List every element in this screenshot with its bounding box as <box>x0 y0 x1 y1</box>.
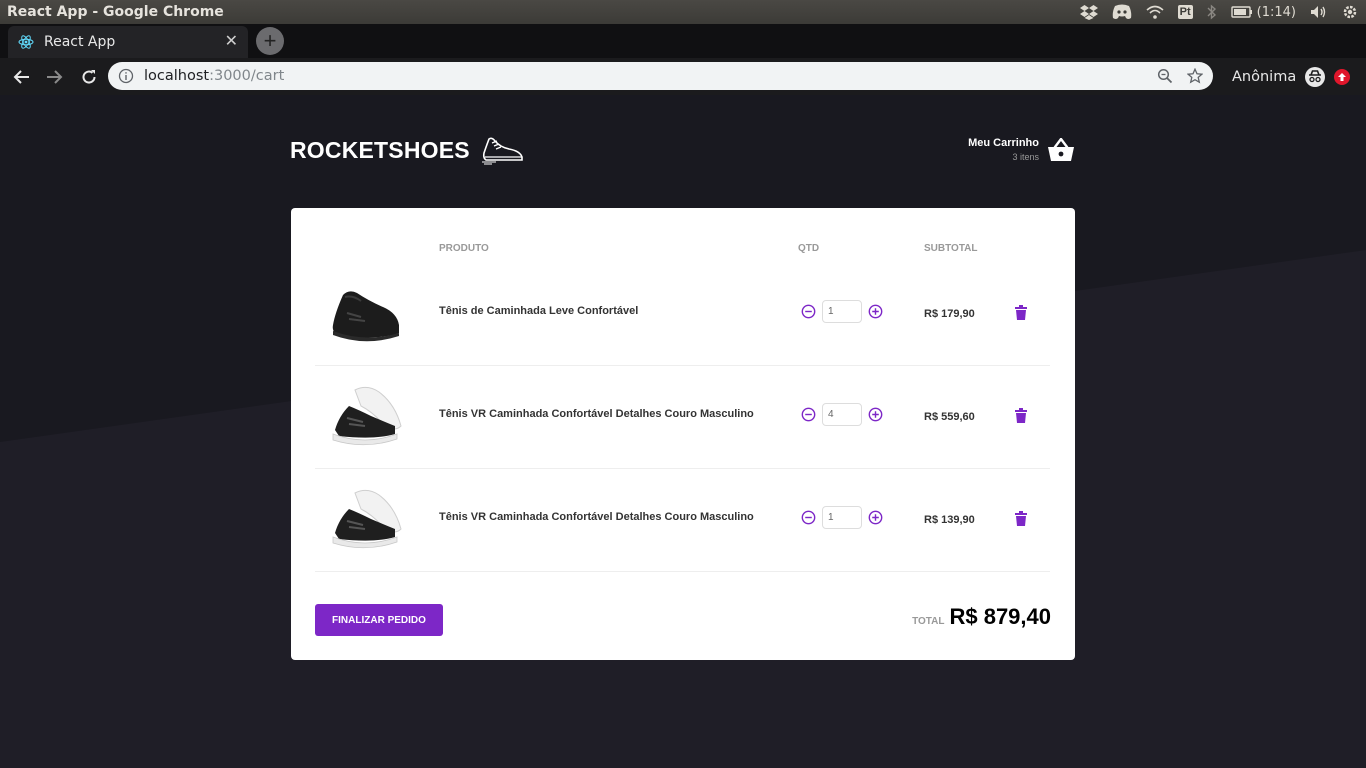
product-image-black-white-sneaker <box>332 386 402 446</box>
cart-row: Tênis de Caminhada Leve Confortável R$ 1… <box>315 263 1050 366</box>
header-cart-link[interactable]: Meu Carrinho 3 itens <box>968 137 1075 162</box>
logo-text: ROCKETSHOES <box>290 136 470 163</box>
logo[interactable]: ROCKETSHOES <box>290 135 524 165</box>
finalize-order-button[interactable]: FINALIZAR PEDIDO <box>315 604 443 636</box>
battery-indicator[interactable]: (1:14) <box>1230 4 1296 20</box>
column-header-product: PRODUTO <box>439 243 489 254</box>
reload-button[interactable] <box>78 66 100 88</box>
arrow-right-icon <box>47 69 63 84</box>
product-image-black-sneaker <box>332 291 399 342</box>
keyboard-layout-indicator[interactable]: Pt <box>1177 5 1193 19</box>
delete-trash-icon[interactable] <box>1014 305 1028 321</box>
product-title: Tênis VR Caminhada Confortável Detalhes … <box>439 408 754 420</box>
back-button[interactable] <box>10 66 32 88</box>
settings-gear-icon[interactable] <box>1342 4 1358 20</box>
wifi-icon[interactable] <box>1146 5 1164 19</box>
quantity-stepper <box>801 506 883 529</box>
os-top-bar: React App - Google Chrome Pt (1:14) <box>0 0 1366 24</box>
product-title: Tênis VR Caminhada Confortável Detalhes … <box>439 511 754 523</box>
sneaker-logo-icon <box>481 137 523 165</box>
volume-icon[interactable] <box>1310 5 1328 19</box>
decrement-icon[interactable] <box>801 304 816 319</box>
url-text: localhost:3000/cart <box>144 68 284 84</box>
browser-tab-strip: React App ✕ + <box>0 24 1366 58</box>
product-image-black-white-sneaker <box>332 489 402 549</box>
quantity-input[interactable] <box>822 403 862 426</box>
cart-footer: FINALIZAR PEDIDO TOTAL R$ 879,40 <box>315 604 1051 636</box>
quantity-stepper <box>801 403 883 426</box>
site-header: ROCKETSHOES Meu Carrinho 3 itens <box>290 135 1075 175</box>
zoom-icon[interactable] <box>1157 68 1173 84</box>
product-title: Tênis de Caminhada Leve Confortável <box>439 305 639 317</box>
shopping-basket-icon <box>1048 137 1074 161</box>
column-header-subtotal: SUBTOTAL <box>924 243 978 254</box>
window-title: React App - Google Chrome <box>7 4 224 20</box>
delete-trash-icon[interactable] <box>1014 511 1028 527</box>
url-path: :3000/cart <box>209 68 285 84</box>
incognito-profile[interactable]: Anônima <box>1232 66 1351 88</box>
update-arrow-icon[interactable] <box>1334 69 1351 85</box>
column-header-qty: QTD <box>798 243 820 254</box>
battery-time: (1:14) <box>1256 4 1296 20</box>
url-host: localhost <box>144 68 210 84</box>
page: ROCKETSHOES Meu Carrinho 3 itens PRODUTO… <box>0 95 1366 768</box>
bluetooth-icon[interactable] <box>1207 4 1217 20</box>
tab-title: React App <box>44 34 116 50</box>
increment-icon[interactable] <box>868 510 883 525</box>
quantity-input[interactable] <box>822 506 862 529</box>
item-subtotal: R$ 139,90 <box>924 514 975 526</box>
dropbox-icon[interactable] <box>1079 4 1098 20</box>
new-tab-button[interactable]: + <box>256 27 284 55</box>
item-subtotal: R$ 179,90 <box>924 308 975 320</box>
discord-icon[interactable] <box>1112 4 1132 20</box>
quantity-input[interactable] <box>822 300 862 323</box>
cart-row: Tênis VR Caminhada Confortável Detalhes … <box>315 366 1050 469</box>
system-tray: Pt (1:14) <box>1079 0 1366 24</box>
increment-icon[interactable] <box>868 407 883 422</box>
decrement-icon[interactable] <box>801 510 816 525</box>
arrow-left-icon <box>13 69 29 84</box>
tab-close-button[interactable]: ✕ <box>225 34 238 50</box>
cart-total: TOTAL R$ 879,40 <box>912 604 1051 630</box>
profile-name: Anônima <box>1232 69 1297 85</box>
forward-button[interactable] <box>44 66 66 88</box>
incognito-icon <box>1305 67 1326 87</box>
quantity-stepper <box>801 300 883 323</box>
total-value: R$ 879,40 <box>949 604 1051 629</box>
decrement-icon[interactable] <box>801 407 816 422</box>
item-subtotal: R$ 559,60 <box>924 411 975 423</box>
info-icon[interactable] <box>118 68 134 84</box>
bookmark-star-icon[interactable] <box>1187 68 1203 84</box>
cart-title: Meu Carrinho <box>968 137 1039 149</box>
total-label: TOTAL <box>912 616 945 627</box>
address-bar[interactable]: localhost:3000/cart <box>108 62 1213 90</box>
react-logo-icon <box>18 35 34 49</box>
battery-icon <box>1230 6 1252 18</box>
cart-row: Tênis VR Caminhada Confortável Detalhes … <box>315 469 1050 572</box>
tab-react-app[interactable]: React App ✕ <box>8 26 248 58</box>
delete-trash-icon[interactable] <box>1014 408 1028 424</box>
cart-item-count: 3 itens <box>1012 152 1039 162</box>
reload-icon <box>82 69 96 84</box>
increment-icon[interactable] <box>868 304 883 319</box>
browser-toolbar: localhost:3000/cart Anônima <box>0 58 1366 95</box>
cart-container: PRODUTO QTD SUBTOTAL Tênis de Caminhada … <box>291 208 1075 660</box>
